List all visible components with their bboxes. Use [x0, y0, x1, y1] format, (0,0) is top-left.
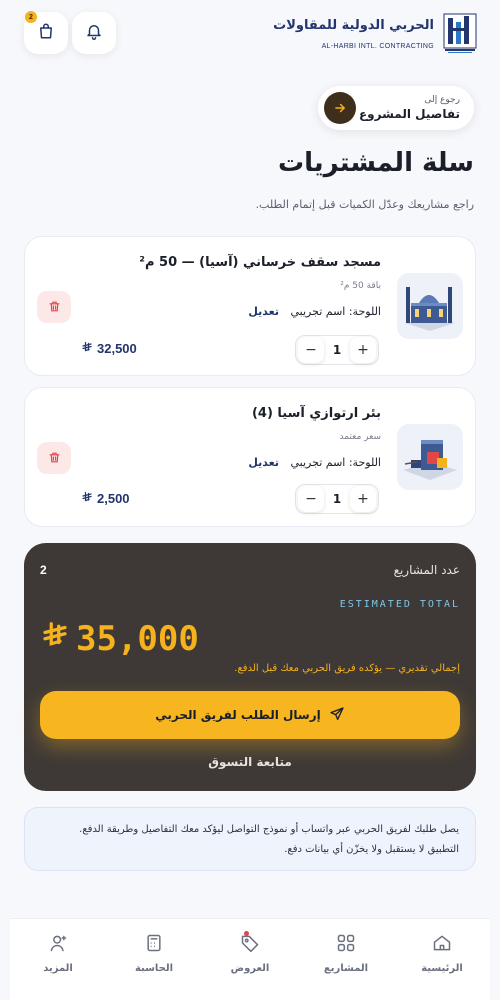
projects-count-value: 2 — [40, 563, 47, 577]
home-icon — [432, 933, 452, 957]
item-title: مسجد سقف خرساني (آسيا) — 50 م² — [139, 255, 381, 270]
riyal-icon — [81, 491, 93, 506]
grid-icon — [336, 933, 356, 957]
item-board-label: اللوحة: اسم تجريبي — [290, 305, 381, 318]
trash-icon — [48, 298, 61, 317]
projects-count-label: عدد المشاريع — [393, 563, 460, 577]
bottom-navigation: الرئيسية المشاريع العروض الحاسبة المزيد — [10, 918, 490, 1000]
increase-quantity-button[interactable]: + — [349, 486, 376, 512]
calculator-icon — [144, 933, 164, 957]
page-subtitle: راجع مشاريعك وعدّل الكميات قبل إتمام الط… — [255, 198, 474, 211]
send-order-label: إرسال الطلب لفريق الحربي — [155, 708, 321, 722]
nav-item-calculator[interactable]: الحاسبة — [114, 933, 194, 1000]
nav-item-offers[interactable]: العروض — [210, 931, 290, 1000]
well-image — [397, 424, 463, 490]
item-title: بئر ارتوازي آسيا (4) — [251, 406, 381, 421]
brand-name-ar: الحربي الدولية للمقاولات — [273, 17, 434, 33]
send-order-button[interactable]: إرسال الطلب لفريق الحربي — [40, 691, 460, 739]
total-disclaimer: إجمالي تقديري — يؤكده فريق الحربي معك قب… — [234, 663, 460, 674]
continue-shopping-link[interactable]: متابعة التسوق — [24, 755, 476, 769]
cart-item: مسجد سقف خرساني (آسيا) — 50 م² باقة 50 م… — [24, 236, 476, 376]
nav-item-home[interactable]: الرئيسية — [402, 933, 482, 1000]
item-price-value: 2,500 — [97, 491, 130, 506]
app-header: الحربي الدولية للمقاولات AL-HARBI INTL. … — [0, 0, 500, 70]
riyal-icon — [40, 619, 70, 659]
trash-icon — [48, 449, 61, 468]
estimated-total-label: ESTIMATED TOTAL — [339, 599, 460, 610]
user-icon — [48, 933, 68, 957]
info-line-1: يصل طلبك لفريق الحربي عبر واتساب أو نموذ… — [79, 824, 459, 835]
item-package: باقة 50 م² — [340, 281, 381, 291]
back-small-label: رجوع إلى — [424, 95, 460, 105]
decrease-quantity-button[interactable]: − — [298, 337, 324, 363]
remove-item-button[interactable] — [37, 442, 71, 474]
remove-item-button[interactable] — [37, 291, 71, 323]
edit-board-link[interactable]: تعديل — [248, 305, 279, 318]
mosque-image — [397, 273, 463, 339]
quantity-value: 1 — [332, 492, 342, 506]
page-title: سلة المشتريات — [277, 148, 474, 178]
nav-item-projects[interactable]: المشاريع — [306, 933, 386, 1000]
riyal-icon — [81, 341, 93, 356]
cart-item: بئر ارتوازي آسيا (4) سعر معتمد اللوحة: ا… — [24, 387, 476, 527]
brand-name-en: AL-HARBI INTL. CONTRACTING — [321, 42, 434, 50]
send-icon — [329, 706, 345, 725]
estimated-total-value: 35,000 — [76, 619, 199, 659]
back-to-project-button[interactable]: رجوع إلى تفاصيل المشروع — [318, 86, 474, 130]
decrease-quantity-button[interactable]: − — [298, 486, 324, 512]
nav-label: العروض — [230, 963, 270, 974]
order-info-note: يصل طلبك لفريق الحربي عبر واتساب أو نموذ… — [24, 807, 476, 871]
brand[interactable]: الحربي الدولية للمقاولات AL-HARBI INTL. … — [273, 12, 478, 54]
nav-label: الرئيسية — [421, 963, 463, 974]
increase-quantity-button[interactable]: + — [349, 337, 376, 363]
item-price: 32,500 — [81, 341, 137, 356]
nav-item-more[interactable]: المزيد — [18, 933, 98, 1000]
edit-board-link[interactable]: تعديل — [248, 456, 279, 469]
shopping-bag-icon — [37, 22, 55, 44]
item-board-label: اللوحة: اسم تجريبي — [290, 456, 381, 469]
info-line-2: التطبيق لا يستقبل ولا يخزّن أي بيانات دف… — [284, 844, 459, 855]
order-summary-card: عدد المشاريع 2 ESTIMATED TOTAL 35,000 إج… — [24, 543, 476, 791]
bell-icon — [85, 22, 103, 44]
item-price-value: 32,500 — [97, 341, 137, 356]
nav-label: المشاريع — [323, 963, 369, 974]
company-logo-icon — [442, 12, 478, 54]
quantity-stepper: − 1 + — [295, 335, 379, 365]
notifications-button[interactable] — [72, 12, 116, 54]
estimated-total: 35,000 — [40, 619, 199, 659]
cart-button[interactable]: 2 — [24, 11, 68, 54]
quantity-value: 1 — [332, 343, 342, 357]
cart-count-badge: 2 — [25, 11, 37, 23]
tag-icon — [240, 933, 260, 957]
offers-dot — [244, 931, 249, 936]
nav-label: الحاسبة — [134, 963, 174, 974]
arrow-right-icon — [324, 92, 356, 124]
quantity-stepper: − 1 + — [295, 484, 379, 514]
item-price-type: سعر معتمد — [339, 432, 381, 442]
item-price: 2,500 — [81, 491, 130, 506]
nav-label: المزيد — [43, 963, 73, 974]
back-big-label: تفاصيل المشروع — [358, 107, 460, 121]
